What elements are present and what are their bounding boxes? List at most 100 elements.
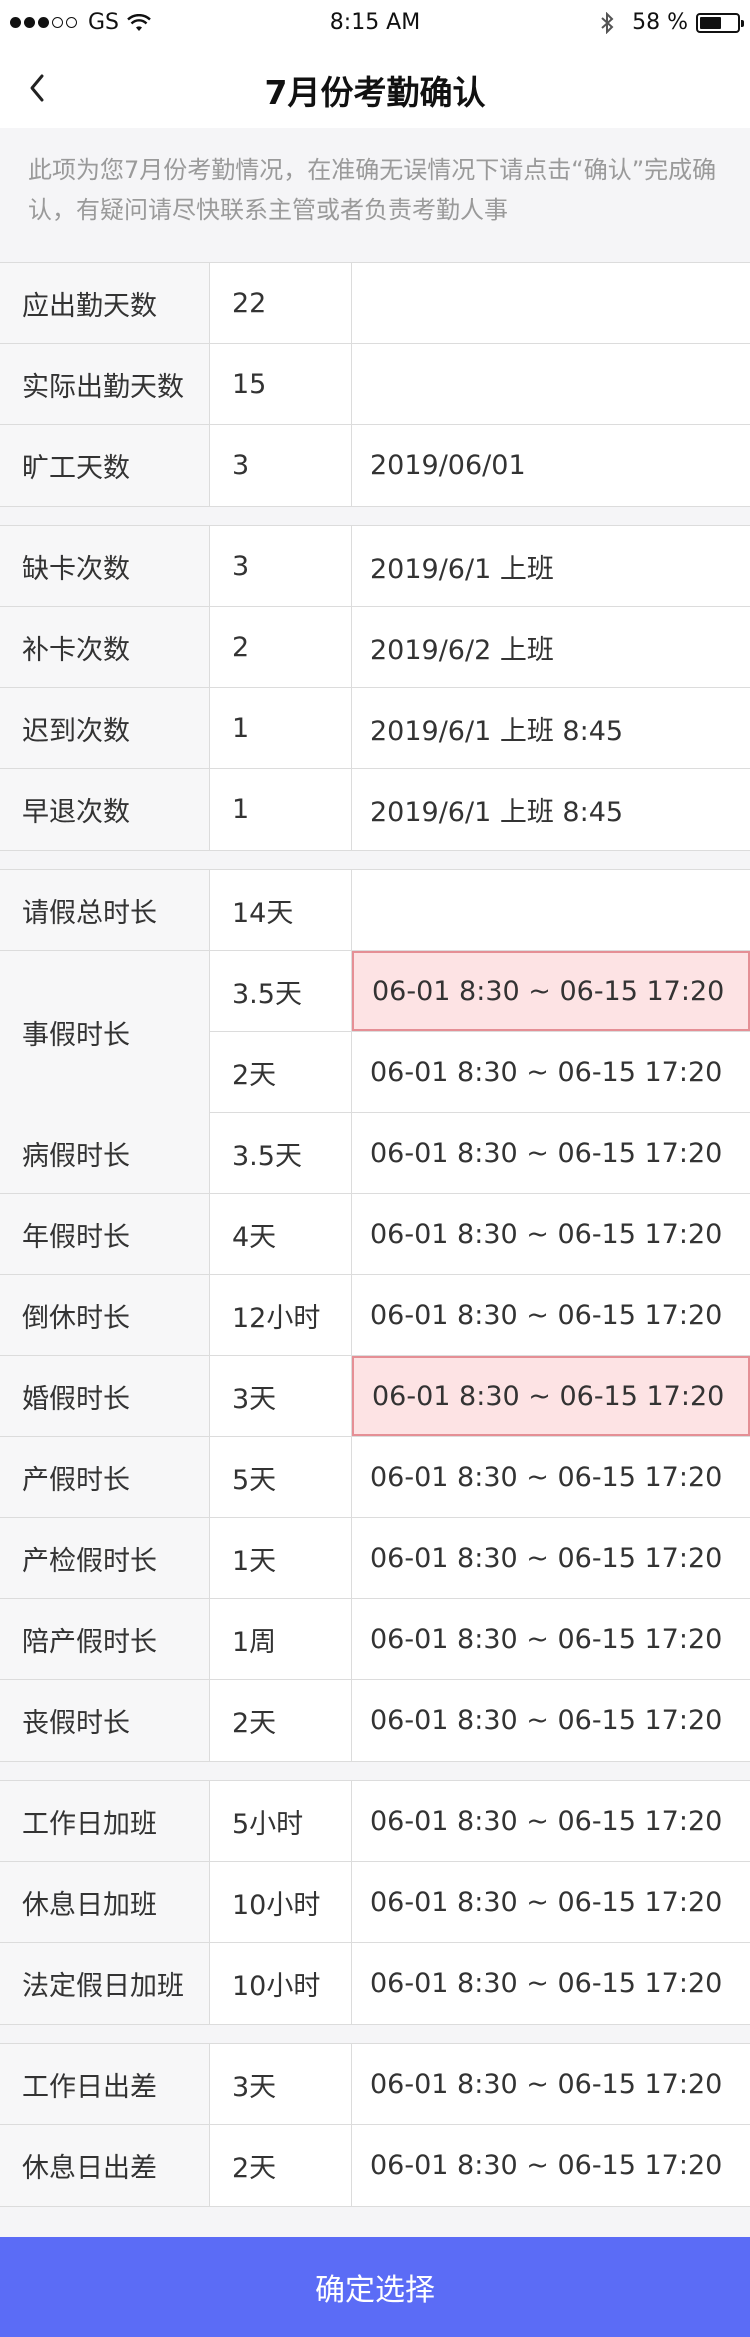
confirm-button[interactable]: 确定选择 [0, 2237, 750, 2337]
row-label: 产检假时长 [0, 1518, 210, 1598]
personal-leave-row: 事假时长 3.5天 06-01 8:30 ~ 06-15 17:20 2天 06… [0, 951, 750, 1113]
row-label: 休息日加班 [0, 1862, 210, 1942]
row-detail-highlighted: 06-01 8:30 ~ 06-15 17:20 [352, 951, 750, 1031]
leave-group: 请假总时长 14天 事假时长 3.5天 06-01 8:30 ~ 06-15 1… [0, 869, 750, 1762]
row-value: 5小时 [210, 1781, 352, 1861]
row-label: 产假时长 [0, 1437, 210, 1517]
row-value: 10小时 [210, 1862, 352, 1942]
row-value: 10小时 [210, 1943, 352, 2024]
row-value: 3天 [210, 2044, 352, 2124]
clock-records-group: 缺卡次数 3 2019/6/1 上班 补卡次数 2 2019/6/2 上班 迟到… [0, 525, 750, 851]
row-label: 补卡次数 [0, 607, 210, 687]
row-value: 3天 [210, 1356, 352, 1436]
row-detail-highlighted: 06-01 8:30 ~ 06-15 17:20 [352, 1356, 750, 1436]
row-value: 5天 [210, 1437, 352, 1517]
personal-leave-entry: 3.5天 06-01 8:30 ~ 06-15 17:20 [210, 951, 750, 1032]
row-label: 事假时长 [0, 951, 210, 1113]
nav-bar: 7月份考勤确认 [0, 48, 750, 128]
row-value: 2天 [210, 1032, 352, 1113]
row-value: 1 [210, 769, 352, 850]
row-label: 丧假时长 [0, 1680, 210, 1761]
row-label: 早退次数 [0, 769, 210, 850]
attendance-days-group: 应出勤天数 22 实际出勤天数 15 旷工天数 3 2019/06/01 [0, 262, 750, 507]
battery-percent: 58 % [632, 10, 688, 35]
row-detail: 06-01 8:30 ~ 06-15 17:20 [370, 2068, 723, 2100]
table-row: 陪产假时长 1周 06-01 8:30 ~ 06-15 17:20 [0, 1599, 750, 1680]
row-label: 旷工天数 [0, 425, 210, 506]
row-label: 请假总时长 [0, 870, 210, 950]
table-row: 休息日加班 10小时 06-01 8:30 ~ 06-15 17:20 [0, 1862, 750, 1943]
row-label: 工作日加班 [0, 1781, 210, 1861]
row-detail [352, 263, 750, 343]
row-detail: 06-01 8:30 ~ 06-15 17:20 [370, 1299, 723, 1331]
row-label: 倒休时长 [0, 1275, 210, 1355]
row-value: 1周 [210, 1599, 352, 1679]
row-value: 15 [210, 344, 352, 424]
row-detail: 2019/6/1 上班 8:45 [370, 797, 624, 828]
table-row: 年假时长 4天 06-01 8:30 ~ 06-15 17:20 [0, 1194, 750, 1275]
row-label: 应出勤天数 [0, 263, 210, 343]
table-row: 请假总时长 14天 [0, 870, 750, 951]
row-label: 休息日出差 [0, 2125, 210, 2206]
battery-icon [696, 12, 744, 33]
row-value: 3 [210, 526, 352, 606]
table-row: 倒休时长 12小时 06-01 8:30 ~ 06-15 17:20 [0, 1275, 750, 1356]
row-value: 22 [210, 263, 352, 343]
row-detail: 2019/6/1 上班 [370, 553, 554, 585]
status-bar: GS 8:15 AM 58 % [0, 0, 750, 48]
row-detail: 06-01 8:30 ~ 06-15 17:20 [370, 1705, 723, 1736]
row-detail: 06-01 8:30 ~ 06-15 17:20 [370, 1137, 723, 1169]
row-detail: 2019/6/2 上班 [370, 634, 554, 666]
row-detail [352, 344, 750, 424]
personal-leave-entry: 2天 06-01 8:30 ~ 06-15 17:20 [210, 1032, 750, 1113]
table-row: 实际出勤天数 15 [0, 344, 750, 425]
page-title: 7月份考勤确认 [264, 73, 486, 112]
row-label: 法定假日加班 [0, 1943, 210, 2024]
business-trip-group: 工作日出差 3天 06-01 8:30 ~ 06-15 17:20 休息日出差 … [0, 2043, 750, 2207]
row-value: 3 [210, 425, 352, 506]
row-detail: 2019/6/1 上班 8:45 [370, 715, 624, 747]
row-label: 工作日出差 [0, 2044, 210, 2124]
row-value: 2天 [210, 1680, 352, 1761]
row-label: 婚假时长 [0, 1356, 210, 1436]
overtime-group: 工作日加班 5小时 06-01 8:30 ~ 06-15 17:20 休息日加班… [0, 1780, 750, 2025]
row-detail: 2019/06/01 [370, 450, 526, 481]
row-value: 12小时 [210, 1275, 352, 1355]
row-value: 4天 [210, 1194, 352, 1274]
row-value: 3.5天 [210, 1113, 352, 1193]
table-row: 旷工天数 3 2019/06/01 [0, 425, 750, 506]
row-label: 病假时长 [0, 1113, 210, 1193]
row-detail: 06-01 8:30 ~ 06-15 17:20 [370, 1805, 723, 1837]
row-label: 迟到次数 [0, 688, 210, 768]
status-right: 58 % [600, 10, 744, 35]
table-row: 产假时长 5天 06-01 8:30 ~ 06-15 17:20 [0, 1437, 750, 1518]
table-row: 应出勤天数 22 [0, 263, 750, 344]
table-row: 产检假时长 1天 06-01 8:30 ~ 06-15 17:20 [0, 1518, 750, 1599]
table-row: 丧假时长 2天 06-01 8:30 ~ 06-15 17:20 [0, 1680, 750, 1761]
row-detail: 06-01 8:30 ~ 06-15 17:20 [370, 1886, 723, 1918]
row-label: 年假时长 [0, 1194, 210, 1274]
row-detail: 06-01 8:30 ~ 06-15 17:20 [370, 1057, 723, 1088]
row-detail: 06-01 8:30 ~ 06-15 17:20 [370, 1461, 723, 1493]
table-row: 休息日出差 2天 06-01 8:30 ~ 06-15 17:20 [0, 2125, 750, 2206]
row-value: 3.5天 [210, 951, 352, 1031]
table-row: 病假时长 3.5天 06-01 8:30 ~ 06-15 17:20 [0, 1113, 750, 1194]
row-label: 陪产假时长 [0, 1599, 210, 1679]
table-row: 补卡次数 2 2019/6/2 上班 [0, 607, 750, 688]
table-row: 法定假日加班 10小时 06-01 8:30 ~ 06-15 17:20 [0, 1943, 750, 2024]
row-detail: 06-01 8:30 ~ 06-15 17:20 [370, 2150, 723, 2181]
table-row: 工作日加班 5小时 06-01 8:30 ~ 06-15 17:20 [0, 1781, 750, 1862]
table-row: 早退次数 1 2019/6/1 上班 8:45 [0, 769, 750, 850]
row-value: 14天 [210, 870, 352, 950]
battery-level [700, 16, 721, 29]
row-detail: 06-01 8:30 ~ 06-15 17:20 [370, 1218, 723, 1250]
row-value: 1天 [210, 1518, 352, 1598]
row-detail: 06-01 8:30 ~ 06-15 17:20 [370, 1968, 723, 1999]
notice-text: 此项为您7月份考勤情况，在准确无误情况下请点击“确认”完成确认，有疑问请尽快联系… [0, 128, 750, 262]
row-detail: 06-01 8:30 ~ 06-15 17:20 [370, 1623, 723, 1655]
table-row: 迟到次数 1 2019/6/1 上班 8:45 [0, 688, 750, 769]
table-row: 工作日出差 3天 06-01 8:30 ~ 06-15 17:20 [0, 2044, 750, 2125]
row-value: 2天 [210, 2125, 352, 2206]
row-detail [352, 870, 750, 950]
row-label: 实际出勤天数 [0, 344, 210, 424]
